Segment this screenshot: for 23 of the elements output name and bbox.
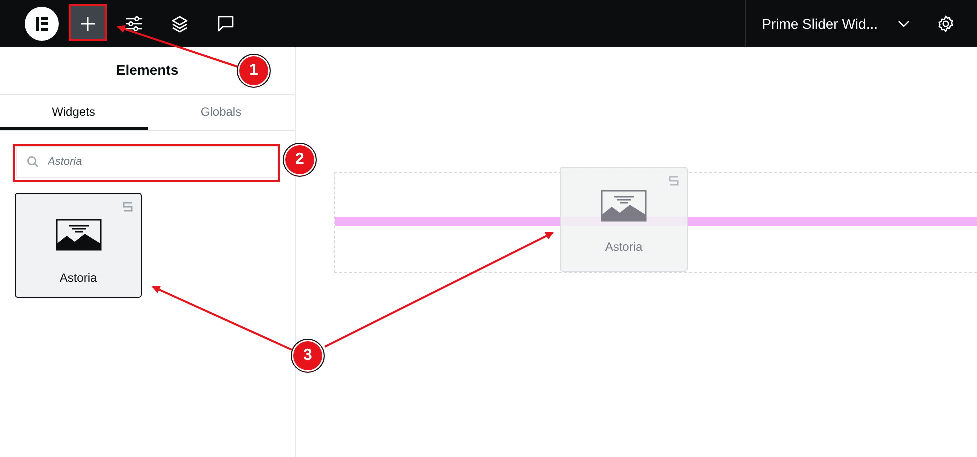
chevron-down-icon (898, 20, 910, 28)
panel-tab[interactable]: Widgets (0, 95, 148, 130)
widget-label: Astoria (60, 271, 98, 285)
pro-badge-icon (123, 202, 133, 212)
image-slider-icon (56, 219, 102, 251)
annotation-number: 1 (237, 54, 271, 88)
document-selector[interactable]: Prime Slider Wid... (745, 0, 928, 47)
sliders-icon (125, 14, 143, 32)
annotation-number: 2 (283, 143, 317, 177)
widget-label: Astoria (605, 240, 643, 254)
highlight-frame (69, 4, 107, 41)
plus-icon (80, 16, 96, 32)
search-icon (27, 156, 39, 168)
image-slider-icon (601, 190, 647, 222)
widget-card[interactable]: Astoria (15, 193, 142, 298)
panel-title: Elements (116, 62, 179, 78)
pro-badge-icon (669, 176, 679, 186)
logo-icon[interactable] (25, 6, 59, 40)
annotation-number: 3 (291, 339, 325, 373)
settings-icon (937, 14, 955, 32)
panel-tab[interactable]: Globals (148, 95, 295, 130)
layers-icon (171, 14, 189, 32)
speech-bubble-icon (217, 14, 235, 32)
